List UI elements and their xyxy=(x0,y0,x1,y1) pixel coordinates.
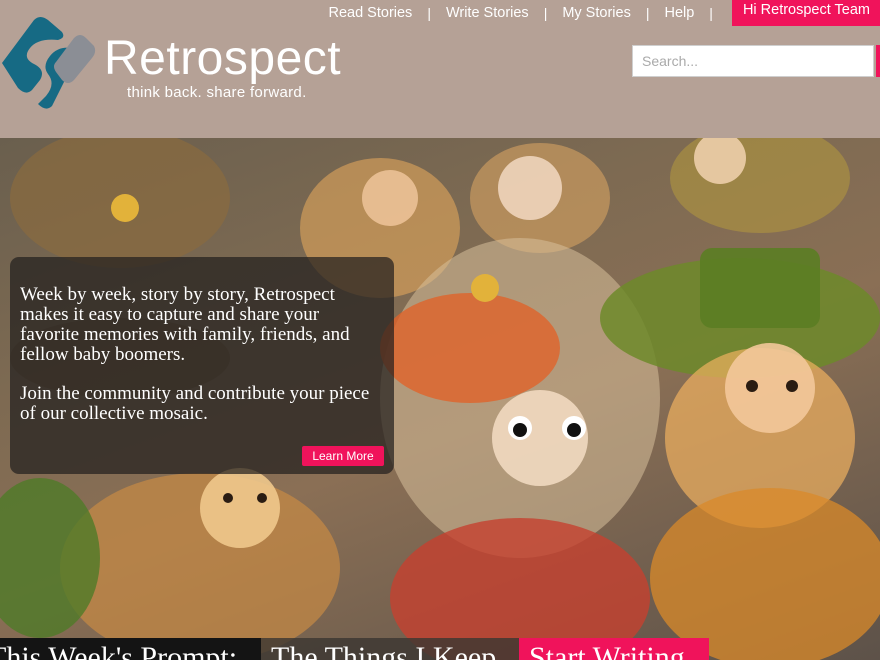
nav-separator: | xyxy=(427,5,431,21)
site-header: Read Stories | Write Stories | My Storie… xyxy=(0,0,880,138)
nav-write-stories[interactable]: Write Stories xyxy=(446,3,529,23)
retrospect-logo-icon[interactable] xyxy=(0,16,96,110)
nav-separator: | xyxy=(543,5,548,21)
learn-more-button[interactable]: Learn More xyxy=(302,446,384,466)
brand-tagline: think back. share forward. xyxy=(127,84,307,101)
nav-separator: | xyxy=(645,5,650,21)
prompt-label: This Week's Prompt: xyxy=(0,638,261,660)
hero-intro-card: Week by week, story by story, Retrospect… xyxy=(10,257,394,474)
nav-read-stories[interactable]: Read Stories xyxy=(328,3,412,23)
brand-name[interactable]: Retrospect xyxy=(104,29,341,89)
search-input[interactable] xyxy=(632,45,874,77)
nav-help[interactable]: Help xyxy=(664,3,694,23)
start-writing-button[interactable]: Start Writing xyxy=(519,638,709,660)
prompt-title[interactable]: The Things I Keep xyxy=(261,638,519,660)
nav-my-stories[interactable]: My Stories xyxy=(562,3,631,23)
hero-banner: Week by week, story by story, Retrospect… xyxy=(0,138,880,660)
hero-join-text: Join the community and contribute your p… xyxy=(20,383,370,424)
user-greeting-button[interactable]: Hi Retrospect Team xyxy=(731,0,880,26)
weekly-prompt-bar: This Week's Prompt: The Things I Keep St… xyxy=(0,638,709,660)
search-button[interactable] xyxy=(876,45,880,77)
nav-separator: | xyxy=(709,5,713,21)
top-navigation: Read Stories | Write Stories | My Storie… xyxy=(328,0,880,26)
hero-intro-text: Week by week, story by story, Retrospect… xyxy=(20,284,350,365)
